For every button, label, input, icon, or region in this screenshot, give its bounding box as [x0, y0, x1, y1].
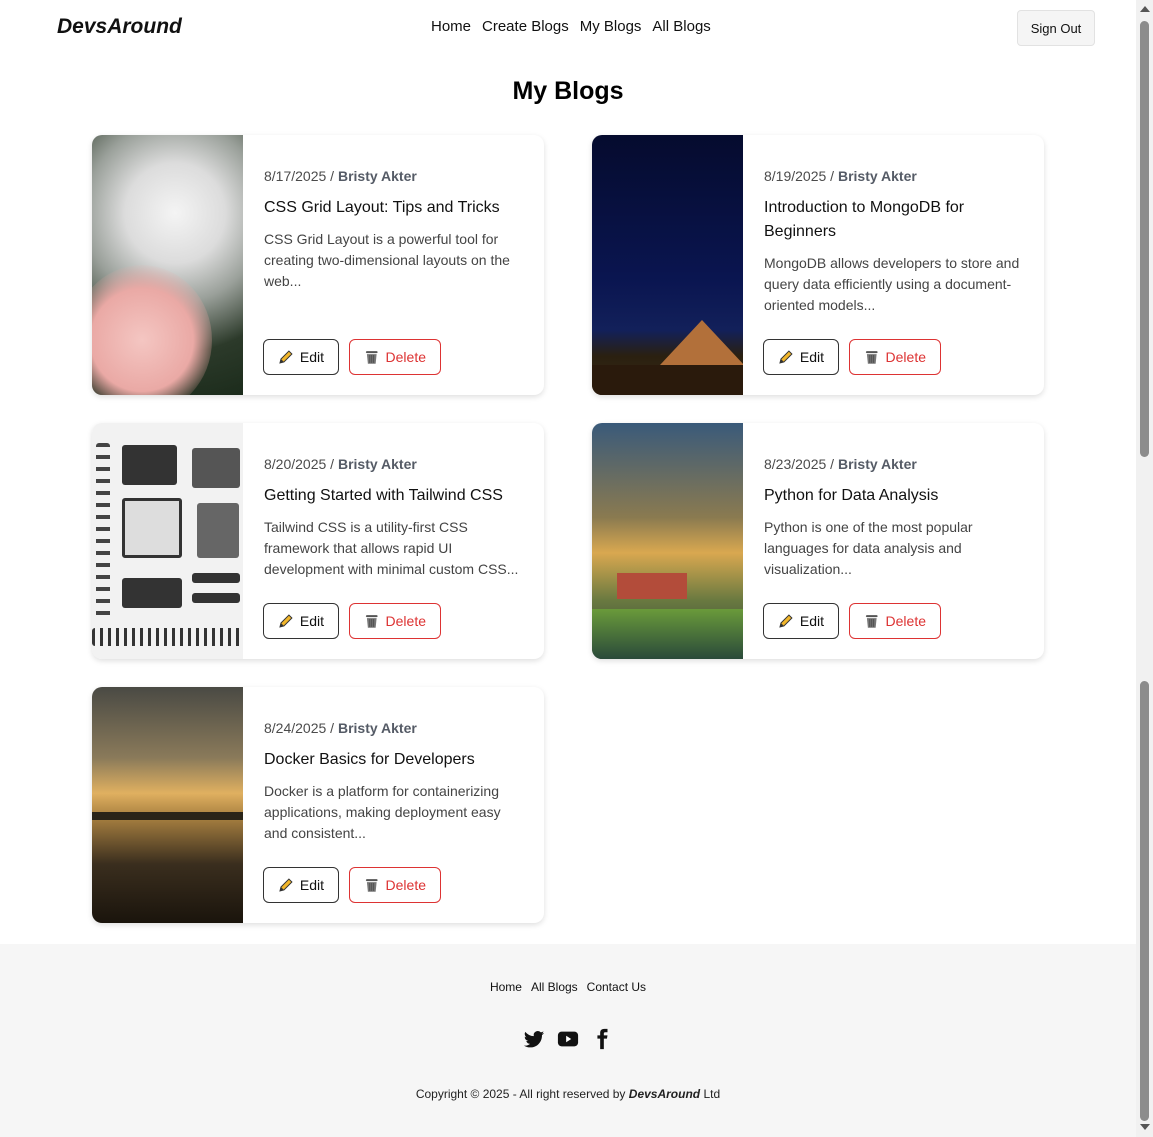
blog-card: 8/20/2025 / Bristy Akter Getting Started… [92, 423, 544, 659]
social-links [0, 1028, 1136, 1050]
top-navbar: DevsAround Home Create Blogs My Blogs Al… [0, 0, 1136, 60]
edit-button[interactable]: Edit [263, 339, 339, 375]
edit-button[interactable]: Edit [263, 867, 339, 903]
nav-link-create-blogs[interactable]: Create Blogs [482, 18, 569, 35]
edit-label: Edit [299, 877, 324, 893]
blog-date: 8/24/2025 [264, 720, 327, 736]
delete-label: Delete [385, 613, 426, 629]
blog-date: 8/17/2025 [264, 168, 327, 184]
edit-button[interactable]: Edit [763, 603, 839, 639]
blog-excerpt: CSS Grid Layout is a powerful tool for c… [264, 231, 510, 289]
blog-excerpt: MongoDB allows developers to store and q… [764, 255, 1020, 313]
blog-title[interactable]: Getting Started with Tailwind CSS [264, 484, 524, 508]
copyright-suffix: Ltd [703, 1087, 721, 1101]
twitter-icon[interactable] [523, 1028, 545, 1050]
delete-button[interactable]: Delete [349, 339, 441, 375]
site-logo[interactable]: DevsAround [57, 15, 182, 39]
blog-thumbnail [592, 135, 743, 395]
trash-icon [365, 879, 378, 892]
blog-card: 8/24/2025 / Bristy Akter Docker Basics f… [92, 687, 544, 923]
blog-card: 8/19/2025 / Bristy Akter Introduction to… [592, 135, 1044, 395]
blog-thumbnail [92, 687, 243, 923]
blog-excerpt: Tailwind CSS is a utility-first CSS fram… [264, 519, 519, 577]
main-nav: Home Create Blogs My Blogs All Blogs [431, 18, 711, 35]
blog-meta: 8/24/2025 / Bristy Akter [264, 720, 417, 736]
facebook-icon[interactable] [591, 1028, 613, 1050]
page-scrollbar[interactable] [1136, 0, 1153, 1137]
sign-out-button[interactable]: Sign Out [1017, 10, 1095, 46]
copyright-text: Copyright © 2025 - All right reserved by… [0, 1087, 1136, 1101]
delete-label: Delete [385, 349, 426, 365]
nav-link-my-blogs[interactable]: My Blogs [580, 18, 642, 35]
blog-title[interactable]: Introduction to MongoDB for Beginners [764, 196, 1024, 244]
trash-icon [365, 351, 378, 364]
blog-excerpt: Docker is a platform for containerizing … [264, 783, 501, 841]
scrollbar-thumb[interactable] [1140, 21, 1149, 457]
blog-thumbnail [592, 423, 743, 659]
blog-title[interactable]: Python for Data Analysis [764, 484, 1024, 508]
copyright-prefix: Copyright © 2025 - All right reserved by [415, 1087, 626, 1101]
nav-link-home[interactable]: Home [431, 18, 471, 35]
blog-thumbnail [92, 135, 243, 395]
delete-label: Delete [885, 349, 926, 365]
blog-date: 8/23/2025 [764, 456, 827, 472]
footer-link-home[interactable]: Home [490, 980, 522, 994]
blog-author: Bristy Akter [337, 720, 417, 736]
pencil-icon [779, 350, 793, 364]
copyright-brand: DevsAround [628, 1087, 701, 1101]
blog-author: Bristy Akter [337, 456, 417, 472]
footer-nav: Home All Blogs Contact Us [0, 980, 1136, 994]
pencil-icon [279, 878, 293, 892]
trash-icon [865, 615, 878, 628]
blog-author: Bristy Akter [837, 456, 917, 472]
blog-meta: 8/23/2025 / Bristy Akter [764, 456, 917, 472]
site-footer: Home All Blogs Contact Us Copyright © 20… [0, 944, 1136, 1137]
blog-date: 8/20/2025 [264, 456, 327, 472]
trash-icon [865, 351, 878, 364]
edit-label: Edit [299, 613, 324, 629]
scroll-down-arrow-icon[interactable] [1140, 1124, 1150, 1130]
blog-meta: 8/17/2025 / Bristy Akter [264, 168, 417, 184]
page-title: My Blogs [512, 77, 624, 105]
trash-icon [365, 615, 378, 628]
delete-button[interactable]: Delete [849, 339, 941, 375]
edit-label: Edit [299, 349, 324, 365]
blog-card: 8/23/2025 / Bristy Akter Python for Data… [592, 423, 1044, 659]
blog-author: Bristy Akter [837, 168, 917, 184]
delete-button[interactable]: Delete [849, 603, 941, 639]
delete-label: Delete [885, 613, 926, 629]
delete-button[interactable]: Delete [349, 603, 441, 639]
nav-link-all-blogs[interactable]: All Blogs [652, 18, 710, 35]
delete-label: Delete [385, 877, 426, 893]
footer-link-all-blogs[interactable]: All Blogs [531, 980, 578, 994]
blog-meta: 8/20/2025 / Bristy Akter [264, 456, 417, 472]
blog-title[interactable]: Docker Basics for Developers [264, 748, 524, 772]
blog-meta: 8/19/2025 / Bristy Akter [764, 168, 917, 184]
blog-author: Bristy Akter [337, 168, 417, 184]
pencil-icon [279, 614, 293, 628]
scrollbar-thumb-lower[interactable] [1140, 681, 1149, 1121]
edit-label: Edit [799, 349, 824, 365]
youtube-icon[interactable] [557, 1028, 579, 1050]
blog-date: 8/19/2025 [764, 168, 827, 184]
footer-link-contact-us[interactable]: Contact Us [587, 980, 646, 994]
blog-thumbnail [92, 423, 243, 659]
edit-button[interactable]: Edit [263, 603, 339, 639]
edit-label: Edit [799, 613, 824, 629]
blog-card: 8/17/2025 / Bristy Akter CSS Grid Layout… [92, 135, 544, 395]
pencil-icon [779, 614, 793, 628]
blog-excerpt: Python is one of the most popular langua… [764, 519, 973, 577]
edit-button[interactable]: Edit [763, 339, 839, 375]
blog-title[interactable]: CSS Grid Layout: Tips and Tricks [264, 196, 524, 220]
pencil-icon [279, 350, 293, 364]
scroll-up-arrow-icon[interactable] [1140, 6, 1150, 12]
delete-button[interactable]: Delete [349, 867, 441, 903]
